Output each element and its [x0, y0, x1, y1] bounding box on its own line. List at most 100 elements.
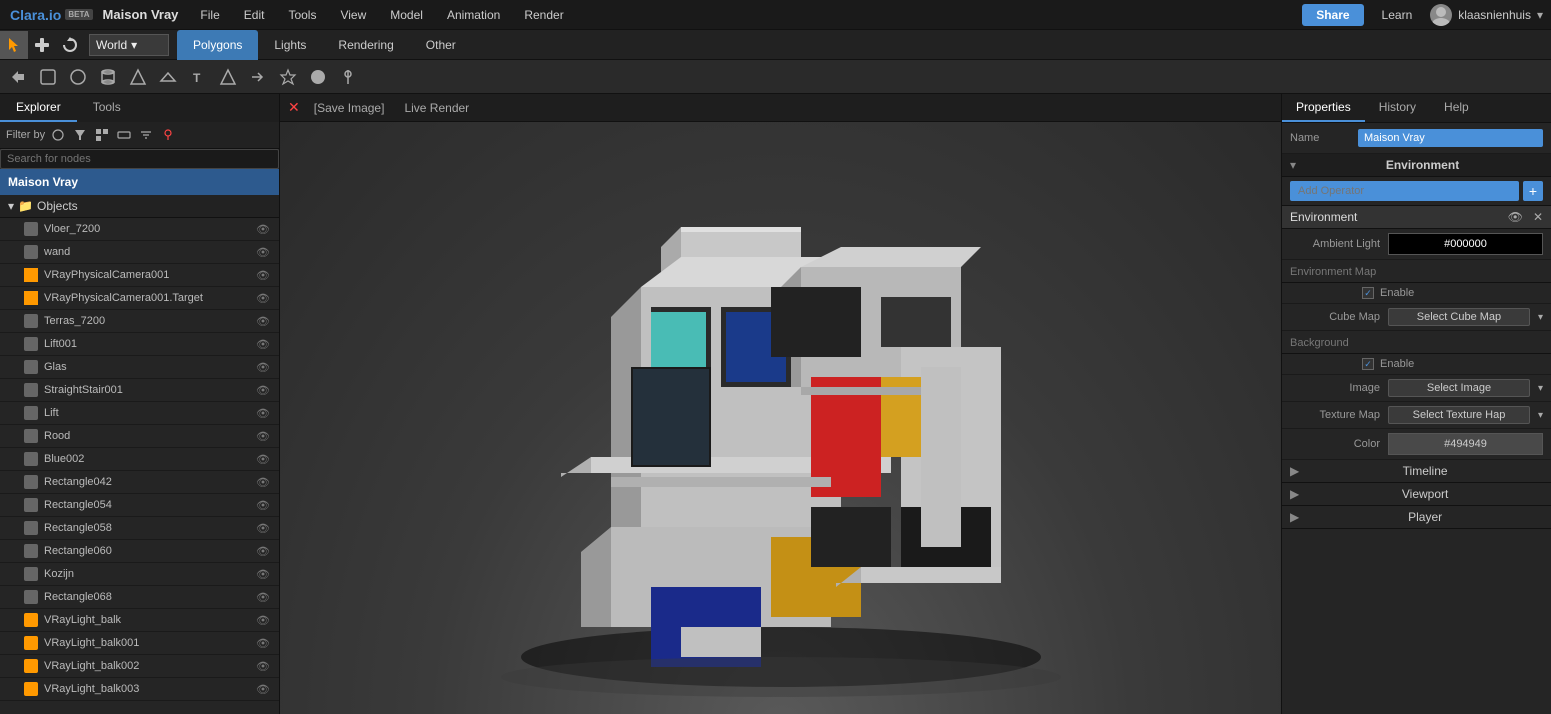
visibility-icon[interactable]: 👁 — [255, 681, 271, 697]
shape-triangle[interactable] — [214, 63, 242, 91]
color-swatch[interactable]: #494949 — [1388, 433, 1543, 455]
learn-button[interactable]: Learn — [1372, 8, 1423, 22]
name-input[interactable] — [1358, 129, 1543, 147]
filter-icon-3[interactable] — [93, 126, 111, 144]
visibility-icon[interactable]: 👁 — [255, 290, 271, 306]
add-operator-button[interactable]: + — [1523, 181, 1543, 201]
live-render-button[interactable]: Live Render — [398, 99, 475, 117]
list-item[interactable]: StraightStair001 👁 — [0, 379, 279, 402]
menu-file[interactable]: File — [188, 0, 231, 30]
bg-enable-checkbox[interactable]: ✓ — [1362, 358, 1374, 370]
add-operator-input[interactable] — [1290, 181, 1519, 201]
tab-properties[interactable]: Properties — [1282, 94, 1365, 122]
image-dropdown[interactable]: ▾ — [1538, 383, 1543, 394]
menu-animation[interactable]: Animation — [435, 0, 512, 30]
menu-model[interactable]: Model — [378, 0, 435, 30]
tab-polygons[interactable]: Polygons — [177, 30, 258, 60]
shape-arrow[interactable] — [4, 63, 32, 91]
select-image-button[interactable]: Select Image — [1388, 379, 1530, 397]
objects-header[interactable]: ▾ 📁 Objects — [0, 195, 279, 218]
environment-remove-icon[interactable]: ✕ — [1533, 210, 1543, 224]
share-button[interactable]: Share — [1302, 4, 1363, 26]
tab-explorer[interactable]: Explorer — [0, 94, 77, 122]
search-input[interactable] — [0, 149, 279, 169]
list-item[interactable]: VRayLight_balk001 👁 — [0, 632, 279, 655]
shape-cylinder[interactable] — [94, 63, 122, 91]
list-item[interactable]: Rectangle054 👁 — [0, 494, 279, 517]
visibility-icon[interactable]: 👁 — [255, 474, 271, 490]
visibility-icon[interactable]: 👁 — [255, 658, 271, 674]
visibility-icon[interactable]: 👁 — [255, 359, 271, 375]
filter-icon-4[interactable] — [115, 126, 133, 144]
tab-help[interactable]: Help — [1430, 94, 1483, 122]
filter-icon-1[interactable] — [49, 126, 67, 144]
shape-sphere[interactable] — [64, 63, 92, 91]
save-image-button[interactable]: [Save Image] — [308, 99, 391, 117]
shape-cone[interactable] — [124, 63, 152, 91]
list-item[interactable]: Rood 👁 — [0, 425, 279, 448]
visibility-icon[interactable]: 👁 — [255, 520, 271, 536]
tab-history[interactable]: History — [1365, 94, 1430, 122]
ambient-light-color[interactable]: #000000 — [1388, 233, 1543, 255]
list-item[interactable]: VRayLight_balk003 👁 — [0, 678, 279, 701]
select-texture-button[interactable]: Select Texture Hap — [1388, 406, 1530, 424]
environment-visibility-icon[interactable]: 👁 — [1508, 210, 1523, 224]
texture-dropdown[interactable]: ▾ — [1538, 410, 1543, 421]
list-item[interactable]: Rectangle058 👁 — [0, 517, 279, 540]
visibility-icon[interactable]: 👁 — [255, 267, 271, 283]
list-item[interactable]: Vloer_7200 👁 — [0, 218, 279, 241]
menu-edit[interactable]: Edit — [232, 0, 277, 30]
shape-arrow2[interactable] — [244, 63, 272, 91]
env-enable-checkbox[interactable]: ✓ — [1362, 287, 1374, 299]
list-item[interactable]: VRayLight_balk 👁 — [0, 609, 279, 632]
cube-map-button[interactable]: Select Cube Map — [1388, 308, 1530, 326]
visibility-icon[interactable]: 👁 — [255, 428, 271, 444]
timeline-section[interactable]: ▶ Timeline — [1282, 460, 1551, 483]
shape-circle[interactable] — [304, 63, 332, 91]
world-dropdown[interactable]: World ▾ — [89, 34, 169, 56]
shape-pin[interactable] — [334, 63, 362, 91]
list-item[interactable]: Rectangle042 👁 — [0, 471, 279, 494]
visibility-icon[interactable]: 👁 — [255, 382, 271, 398]
viewport-close[interactable]: ✕ — [288, 99, 300, 116]
visibility-icon[interactable]: 👁 — [255, 543, 271, 559]
shape-star[interactable] — [274, 63, 302, 91]
menu-tools[interactable]: Tools — [276, 0, 328, 30]
visibility-icon[interactable]: 👁 — [255, 589, 271, 605]
list-item[interactable]: VRayPhysicalCamera001.Target 👁 — [0, 287, 279, 310]
list-item[interactable]: Kozijn 👁 — [0, 563, 279, 586]
player-section[interactable]: ▶ Player — [1282, 506, 1551, 529]
list-item[interactable]: Lift001 👁 — [0, 333, 279, 356]
visibility-icon[interactable]: 👁 — [255, 313, 271, 329]
list-item[interactable]: Lift 👁 — [0, 402, 279, 425]
shape-text[interactable]: T — [184, 63, 212, 91]
list-item[interactable]: VRayPhysicalCamera001 👁 — [0, 264, 279, 287]
visibility-icon[interactable]: 👁 — [255, 566, 271, 582]
tab-other[interactable]: Other — [410, 30, 472, 60]
list-item[interactable]: Rectangle068 👁 — [0, 586, 279, 609]
filter-icon-5[interactable] — [137, 126, 155, 144]
list-item[interactable]: wand 👁 — [0, 241, 279, 264]
list-item[interactable]: Terras_7200 👁 — [0, 310, 279, 333]
visibility-icon[interactable]: 👁 — [255, 244, 271, 260]
visibility-icon[interactable]: 👁 — [255, 336, 271, 352]
environment-collapse[interactable]: ▾ Environment — [1282, 154, 1551, 177]
filter-icon-2[interactable] — [71, 126, 89, 144]
list-item[interactable]: Blue002 👁 — [0, 448, 279, 471]
list-item[interactable]: Rectangle060 👁 — [0, 540, 279, 563]
shape-plane[interactable] — [154, 63, 182, 91]
viewport-section[interactable]: ▶ Viewport — [1282, 483, 1551, 506]
visibility-icon[interactable]: 👁 — [255, 497, 271, 513]
tab-lights[interactable]: Lights — [258, 30, 322, 60]
visibility-icon[interactable]: 👁 — [255, 612, 271, 628]
cube-map-dropdown[interactable]: ▾ — [1538, 312, 1543, 323]
visibility-icon[interactable]: 👁 — [255, 451, 271, 467]
visibility-icon[interactable]: 👁 — [255, 405, 271, 421]
filter-icon-6[interactable] — [159, 126, 177, 144]
viewport-canvas[interactable] — [280, 122, 1281, 714]
tool-move[interactable] — [28, 31, 56, 59]
list-item[interactable]: Glas 👁 — [0, 356, 279, 379]
tool-rotate[interactable] — [56, 31, 84, 59]
tool-select[interactable] — [0, 31, 28, 59]
user-menu[interactable]: klaasnienhuis ▾ — [1422, 4, 1551, 26]
